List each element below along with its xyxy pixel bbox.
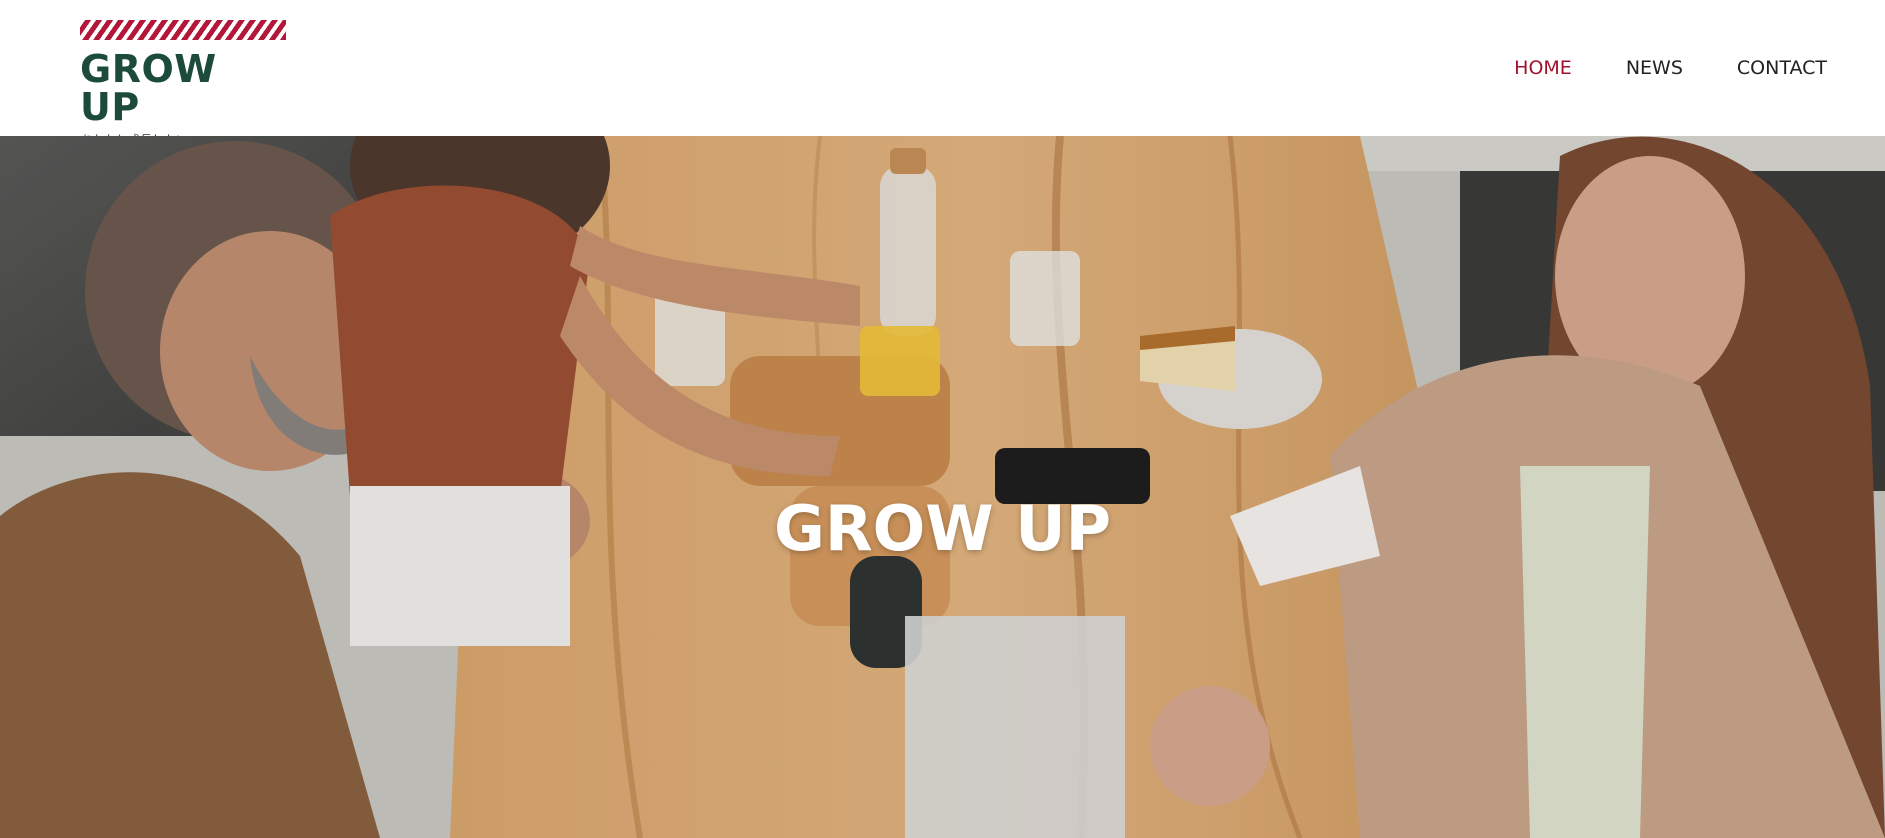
nav-news-link[interactable]: NEWS xyxy=(1626,56,1683,80)
logo-title: GROW UP xyxy=(80,47,217,129)
hero-section: GROW UP xyxy=(0,136,1885,838)
nav-home-link[interactable]: HOME xyxy=(1514,56,1572,80)
hero-photo xyxy=(0,136,1885,838)
site-header: GROW UP あなたと成長したい HOME NEWS CONTACT xyxy=(0,0,1885,146)
hero-title: GROW UP xyxy=(773,492,1112,565)
site-logo[interactable]: GROW UP あなたと成長したい xyxy=(80,20,286,146)
nav-contact-link[interactable]: CONTACT xyxy=(1737,56,1827,80)
main-nav: HOME NEWS CONTACT xyxy=(1514,56,1827,80)
logo-stripe xyxy=(80,20,286,40)
